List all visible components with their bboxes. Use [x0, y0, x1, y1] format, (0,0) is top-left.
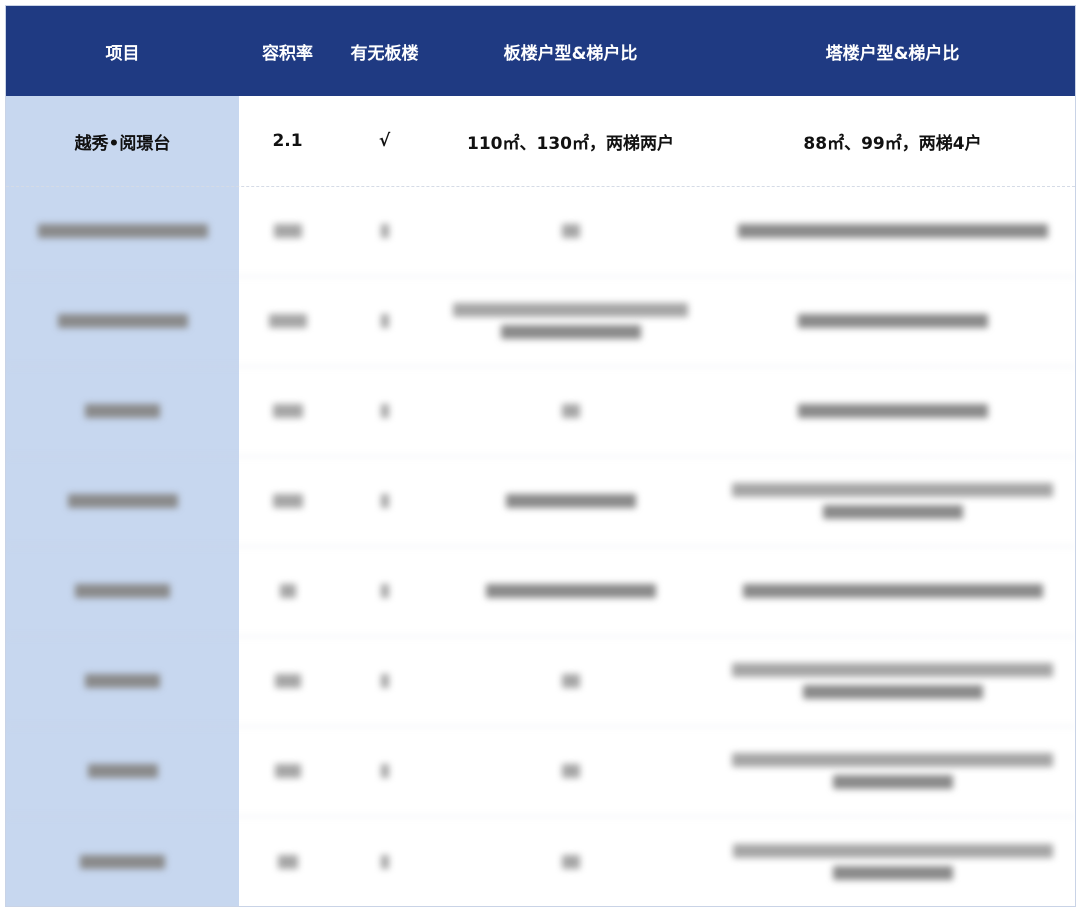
blurred-tower-units [708, 456, 1075, 546]
blurred-project [6, 366, 239, 456]
blurred-slab [336, 546, 433, 636]
comparison-table: 项目 容积率 有无板楼 板楼户型&梯户比 塔楼户型&梯户比 越秀•阅璟台 2.1… [5, 5, 1076, 907]
blurred-slab-units [433, 726, 708, 816]
blurred-far [239, 456, 336, 546]
blurred-far [239, 186, 336, 276]
cell-project: 越秀•阅璟台 [74, 133, 171, 154]
blurred-project [6, 636, 239, 726]
blurred-row [6, 726, 1075, 817]
blurred-project [6, 276, 239, 366]
cell-far: 2.1 [272, 131, 303, 151]
blurred-tower-units [708, 816, 1075, 906]
blurred-slab-units [433, 186, 708, 276]
blurred-slab [336, 726, 433, 816]
blurred-far [239, 366, 336, 456]
blurred-project [6, 546, 239, 636]
header-tower-units: 塔楼户型&梯户比 [825, 43, 960, 64]
header-far: 容积率 [262, 43, 313, 64]
cell-has-slab: √ [378, 131, 391, 151]
blurred-project [6, 816, 239, 906]
blurred-tower-units [708, 636, 1075, 726]
blurred-slab-units [433, 636, 708, 726]
blurred-slab-units [433, 816, 708, 906]
cell-tower-units: 88㎡、99㎡，两梯4户 [803, 133, 982, 154]
blurred-project [6, 456, 239, 546]
header-project: 项目 [105, 43, 140, 64]
blurred-row [6, 816, 1075, 906]
blurred-slab [336, 816, 433, 906]
blurred-tower-units [708, 186, 1075, 276]
blurred-row [6, 186, 1075, 277]
blurred-far [239, 816, 336, 906]
blurred-slab [336, 366, 433, 456]
blurred-slab-units [433, 546, 708, 636]
blurred-tower-units [708, 546, 1075, 636]
blurred-slab-units [433, 456, 708, 546]
blurred-far [239, 276, 336, 366]
blurred-far [239, 636, 336, 726]
blurred-tower-units [708, 366, 1075, 456]
blurred-row [6, 276, 1075, 367]
blurred-tower-units [708, 726, 1075, 816]
cell-slab-units: 110㎡、130㎡，两梯两户 [467, 133, 674, 154]
blurred-slab [336, 186, 433, 276]
blurred-slab [336, 636, 433, 726]
blurred-row [6, 636, 1075, 727]
blurred-row [6, 456, 1075, 547]
blurred-slab-units [433, 366, 708, 456]
blurred-slab-units [433, 276, 708, 366]
blurred-row [6, 546, 1075, 637]
blurred-slab [336, 456, 433, 546]
blurred-far [239, 726, 336, 816]
table-row: 越秀•阅璟台 2.1 √ 110㎡、130㎡，两梯两户 88㎡、99㎡，两梯4户 [6, 96, 1075, 187]
blurred-row [6, 366, 1075, 457]
blurred-slab [336, 276, 433, 366]
blurred-project [6, 726, 239, 816]
blurred-far [239, 546, 336, 636]
blurred-tower-units [708, 276, 1075, 366]
table-header: 项目 容积率 有无板楼 板楼户型&梯户比 塔楼户型&梯户比 [6, 6, 1075, 96]
header-has-slab: 有无板楼 [350, 43, 419, 64]
blurred-project [6, 186, 239, 276]
header-slab-units: 板楼户型&梯户比 [503, 43, 638, 64]
